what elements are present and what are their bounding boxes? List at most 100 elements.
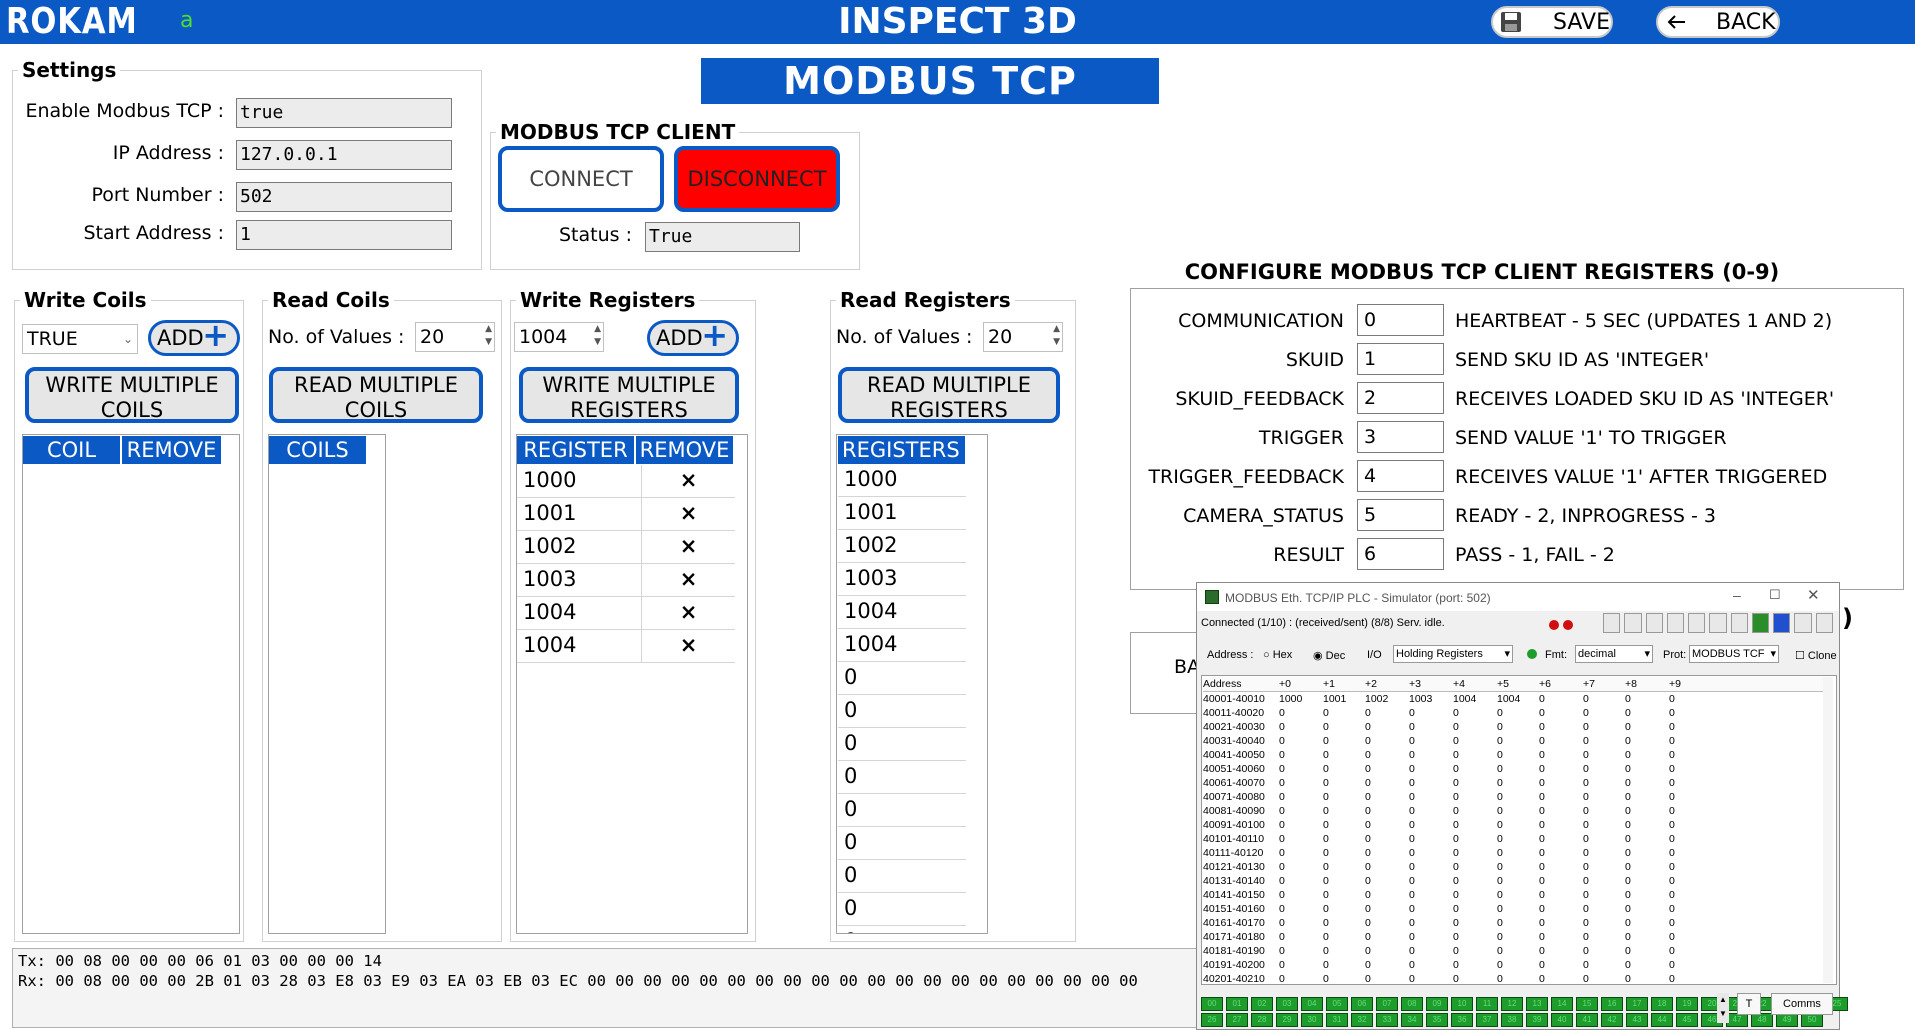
grid-address-cell[interactable]: 40071-40080	[1203, 790, 1265, 804]
grid-value-cell[interactable]: 0	[1365, 860, 1371, 874]
grid-value-cell[interactable]: 0	[1539, 916, 1545, 930]
grid-value-cell[interactable]: 0	[1323, 748, 1329, 762]
grid-value-cell[interactable]: 0	[1409, 930, 1415, 944]
grid-value-cell[interactable]: 0	[1497, 734, 1503, 748]
list-item[interactable]: 0	[838, 662, 966, 695]
grid-value-cell[interactable]: 0	[1669, 776, 1675, 790]
grid-value-cell[interactable]: 0	[1323, 846, 1329, 860]
grid-value-cell[interactable]: 0	[1365, 930, 1371, 944]
io-select[interactable]: Holding Registers ▾	[1393, 645, 1513, 663]
list-item[interactable]: 1003	[838, 563, 966, 596]
list-item[interactable]: 1001	[838, 497, 966, 530]
grid-value-cell[interactable]: 0	[1625, 692, 1631, 706]
grid-address-cell[interactable]: 40111-40120	[1203, 846, 1263, 860]
grid-value-cell[interactable]: 0	[1583, 972, 1589, 983]
grid-value-cell[interactable]: 0	[1625, 818, 1631, 832]
grid-value-cell[interactable]: 0	[1583, 818, 1589, 832]
grid-value-cell[interactable]: 0	[1365, 748, 1371, 762]
grid-value-cell[interactable]: 0	[1279, 720, 1285, 734]
grid-value-cell[interactable]: 0	[1669, 748, 1675, 762]
grid-value-cell[interactable]: 0	[1279, 930, 1285, 944]
grid-value-cell[interactable]: 0	[1583, 832, 1589, 846]
add-coil-button[interactable]: ADD +	[148, 319, 240, 356]
grid-value-cell[interactable]: 0	[1279, 790, 1285, 804]
back-button[interactable]: BACK	[1656, 6, 1780, 38]
grid-value-cell[interactable]: 0	[1625, 972, 1631, 983]
grid-value-cell[interactable]: 0	[1497, 944, 1503, 958]
grid-value-cell[interactable]: 0	[1453, 776, 1459, 790]
grid-value-cell[interactable]: 0	[1453, 748, 1459, 762]
grid-value-cell[interactable]: 0	[1539, 790, 1545, 804]
grid-value-cell[interactable]: 0	[1453, 972, 1459, 983]
toolbar-icon[interactable]	[1751, 613, 1770, 633]
list-item[interactable]: 0	[838, 827, 966, 860]
grid-value-cell[interactable]: 0	[1453, 944, 1459, 958]
close-icon[interactable]: ✕	[1807, 586, 1820, 604]
grid-value-cell[interactable]: 0	[1583, 930, 1589, 944]
stepper-arrows-icon[interactable]: ▲ ▼	[1053, 323, 1060, 349]
grid-value-cell[interactable]: 0	[1453, 734, 1459, 748]
toolbar-icon[interactable]	[1773, 613, 1791, 633]
toolbar-icon[interactable]	[1730, 613, 1748, 633]
config-value-field[interactable]: 3	[1357, 421, 1444, 453]
list-item[interactable]: 0	[838, 695, 966, 728]
grid-value-cell[interactable]: 0	[1625, 888, 1631, 902]
clone-checkbox[interactable]: ☐ Clone	[1795, 649, 1837, 662]
grid-value-cell[interactable]: 0	[1279, 762, 1285, 776]
remove-icon[interactable]: ×	[642, 465, 735, 497]
grid-value-cell[interactable]: 0	[1583, 804, 1589, 818]
grid-value-cell[interactable]: 0	[1409, 776, 1415, 790]
remove-icon[interactable]: ×	[642, 498, 735, 530]
grid-value-cell[interactable]: 0	[1365, 902, 1371, 916]
grid-value-cell[interactable]: 0	[1497, 874, 1503, 888]
grid-value-cell[interactable]: 0	[1365, 762, 1371, 776]
coil-led[interactable]: 28	[1251, 1013, 1273, 1027]
grid-value-cell[interactable]: 1002	[1365, 692, 1388, 706]
grid-value-cell[interactable]: 0	[1279, 818, 1285, 832]
list-item[interactable]: 1004	[838, 596, 966, 629]
grid-value-cell[interactable]: 0	[1625, 748, 1631, 762]
read-coils-count-stepper[interactable]: 20 ▲ ▼	[415, 322, 495, 352]
write-coils-list[interactable]	[22, 434, 240, 934]
grid-value-cell[interactable]: 0	[1365, 734, 1371, 748]
grid-value-cell[interactable]: 0	[1669, 832, 1675, 846]
grid-value-cell[interactable]: 0	[1365, 958, 1371, 972]
grid-value-cell[interactable]: 0	[1669, 706, 1675, 720]
grid-value-cell[interactable]: 0	[1539, 734, 1545, 748]
grid-value-cell[interactable]: 0	[1497, 902, 1503, 916]
grid-value-cell[interactable]: 0	[1583, 860, 1589, 874]
grid-value-cell[interactable]: 0	[1453, 860, 1459, 874]
table-row[interactable]: 1000 ×	[517, 465, 735, 498]
table-row[interactable]: 1003 ×	[517, 564, 735, 597]
coil-led[interactable]: 37	[1476, 1013, 1498, 1027]
grid-value-cell[interactable]: 0	[1323, 818, 1329, 832]
table-row[interactable]: 1004 ×	[517, 597, 735, 630]
config-value-field[interactable]: 4	[1357, 460, 1444, 492]
grid-value-cell[interactable]: 0	[1279, 958, 1285, 972]
grid-value-cell[interactable]: 0	[1583, 720, 1589, 734]
grid-value-cell[interactable]: 0	[1323, 734, 1329, 748]
remove-icon[interactable]: ×	[642, 630, 735, 662]
grid-value-cell[interactable]: 0	[1497, 720, 1503, 734]
grid-address-cell[interactable]: 40191-40200	[1203, 958, 1265, 972]
connect-button[interactable]: CONNECT	[498, 146, 664, 212]
list-item[interactable]: 1000	[838, 464, 966, 497]
coil-led[interactable]: 39	[1526, 1013, 1548, 1027]
grid-value-cell[interactable]: 0	[1323, 944, 1329, 958]
toolbar-icon[interactable]	[1709, 613, 1727, 633]
grid-value-cell[interactable]: 0	[1497, 930, 1503, 944]
coil-led[interactable]: 31	[1326, 1013, 1348, 1027]
list-item[interactable]: 1004	[838, 629, 966, 662]
coil-led[interactable]: 47	[1726, 1013, 1748, 1027]
grid-address-cell[interactable]: 40201-40210	[1203, 972, 1265, 983]
grid-value-cell[interactable]: 0	[1409, 846, 1415, 860]
list-item[interactable]: 0	[838, 728, 966, 761]
toolbar-icon[interactable]	[1624, 613, 1642, 633]
grid-value-cell[interactable]: 0	[1279, 972, 1285, 983]
coil-led[interactable]: 35	[1426, 1013, 1448, 1027]
grid-value-cell[interactable]: 0	[1625, 720, 1631, 734]
led-scroll-arrows-icon[interactable]: ▲ ▼	[1717, 993, 1729, 1023]
hex-radio[interactable]: ○ Hex	[1263, 649, 1292, 661]
coil-led[interactable]: 49	[1776, 1013, 1798, 1027]
grid-value-cell[interactable]: 0	[1497, 846, 1503, 860]
